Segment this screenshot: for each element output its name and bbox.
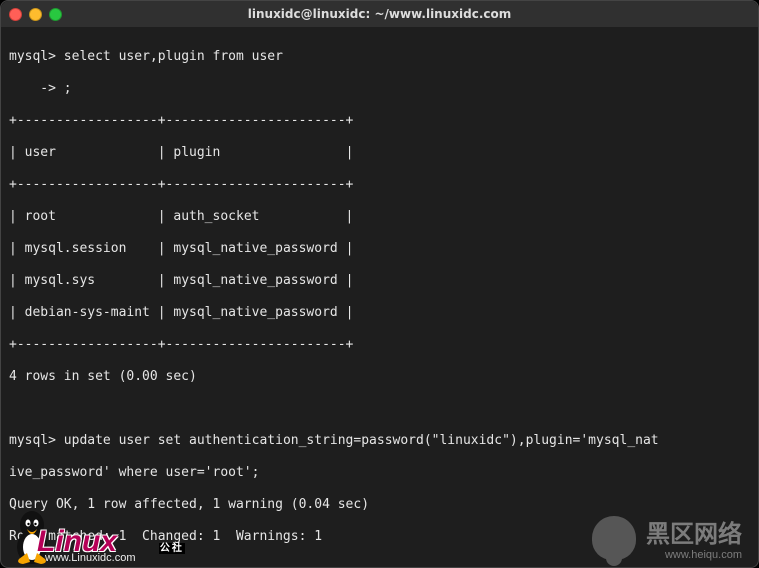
window-controls (9, 8, 62, 21)
table-sep: +------------------+--------------------… (9, 337, 750, 353)
table-row: | root | auth_socket | (9, 209, 750, 225)
table-row: | debian-sys-maint | mysql_native_passwo… (9, 305, 750, 321)
blank (9, 401, 750, 417)
table-header: | user | plugin | (9, 145, 750, 161)
terminal-body[interactable]: mysql> select user,plugin from user -> ;… (1, 27, 758, 568)
query-ok: Query OK, 1 row affected, 1 warning (0.0… (9, 497, 750, 513)
table-sep: +------------------+--------------------… (9, 177, 750, 193)
maximize-icon[interactable] (49, 8, 62, 21)
wrap-line: ive_password' where user='root'; (9, 465, 750, 481)
table-sep: +------------------+--------------------… (9, 113, 750, 129)
table-row: | mysql.session | mysql_native_password … (9, 241, 750, 257)
terminal-window: linuxidc@linuxidc: ~/www.linuxidc.com my… (0, 0, 759, 568)
prompt-cont: -> ; (9, 81, 750, 97)
minimize-icon[interactable] (29, 8, 42, 21)
prompt-line: mysql> update user set authentication_st… (9, 433, 750, 449)
blank (9, 561, 750, 568)
table-row: | mysql.sys | mysql_native_password | (9, 273, 750, 289)
result-summary: 4 rows in set (0.00 sec) (9, 369, 750, 385)
rows-matched: Rows matched: 1 Changed: 1 Warnings: 1 (9, 529, 750, 545)
prompt-line: mysql> select user,plugin from user (9, 49, 750, 65)
titlebar: linuxidc@linuxidc: ~/www.linuxidc.com (1, 1, 758, 27)
window-title: linuxidc@linuxidc: ~/www.linuxidc.com (1, 7, 758, 21)
close-icon[interactable] (9, 8, 22, 21)
